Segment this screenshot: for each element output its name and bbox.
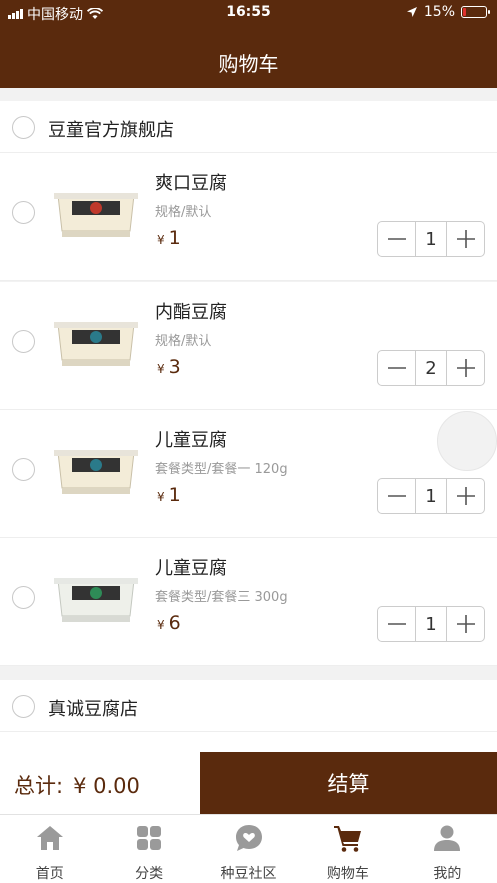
chat-heart-icon: [233, 822, 265, 854]
quantity-stepper: 1: [377, 478, 485, 514]
product-spec: 套餐类型/套餐三 300g: [155, 590, 288, 605]
store-name: 豆童官方旗舰店: [48, 120, 174, 141]
store-select-radio[interactable]: [12, 116, 35, 139]
decrease-button[interactable]: [378, 222, 415, 256]
tab-category[interactable]: 分类: [99, 815, 198, 883]
location-arrow-icon: [406, 7, 417, 17]
cart-item: 儿童豆腐 套餐类型/套餐三 300g ¥6 1: [0, 538, 497, 666]
increase-button[interactable]: [447, 222, 484, 256]
checkout-bar: 总计: ¥ 0.00 结算: [0, 752, 497, 814]
tab-home[interactable]: 首页: [0, 815, 99, 883]
product-image: [54, 322, 138, 366]
tab-cart[interactable]: 购物车: [298, 815, 397, 883]
store-name: 真诚豆腐店: [48, 699, 138, 720]
app-header: 中国移动 16:55 15% 购物车: [0, 0, 497, 88]
tab-label: 种豆社区: [220, 866, 277, 882]
product-price: ¥1: [157, 227, 181, 249]
tab-profile[interactable]: 我的: [398, 815, 497, 883]
product-name: 儿童豆腐: [155, 430, 227, 451]
currency-symbol: ¥: [157, 618, 165, 632]
checkout-button[interactable]: 结算: [200, 752, 497, 814]
tab-label: 我的: [433, 866, 462, 882]
currency-symbol: ¥: [157, 233, 165, 247]
total-price: 总计: ¥ 0.00: [14, 770, 140, 800]
price-value: 6: [168, 612, 181, 634]
product-price: ¥3: [157, 356, 181, 378]
list-item-partial: [0, 732, 497, 752]
store-select-radio[interactable]: [12, 695, 35, 718]
plus-icon: [456, 359, 475, 377]
product-image: [54, 450, 138, 494]
decrease-button[interactable]: [378, 607, 415, 641]
increase-button[interactable]: [447, 479, 484, 513]
cart-item: 儿童豆腐 套餐类型/套餐一 120g ¥1 1: [0, 410, 497, 538]
currency-symbol: ¥: [157, 362, 165, 376]
store-header: 真诚豆腐店: [0, 680, 497, 732]
quantity-stepper: 1: [377, 221, 485, 257]
minus-icon: [387, 495, 406, 497]
plus-icon: [456, 230, 475, 248]
cart-item: 内酯豆腐 规格/默认 ¥3 2: [0, 282, 497, 410]
item-select-radio[interactable]: [12, 458, 35, 481]
bottom-tab-bar: 首页 分类 种豆社区 购物车 我的: [0, 814, 497, 883]
quantity-stepper: 2: [377, 350, 485, 386]
cart-icon: [332, 822, 364, 854]
product-name: 儿童豆腐: [155, 558, 227, 579]
quantity-value[interactable]: 1: [415, 607, 447, 641]
page-title: 购物车: [218, 52, 279, 76]
product-price: ¥6: [157, 612, 181, 634]
item-select-radio[interactable]: [12, 586, 35, 609]
price-value: 1: [168, 484, 181, 506]
quantity-stepper: 1: [377, 606, 485, 642]
quantity-value[interactable]: 2: [415, 351, 447, 385]
category-icon: [133, 822, 165, 854]
tab-label: 首页: [35, 866, 64, 882]
product-image: [54, 578, 138, 622]
battery-percent: 15%: [423, 4, 455, 20]
plus-icon: [456, 487, 475, 505]
quantity-value[interactable]: 1: [415, 222, 447, 256]
quantity-value[interactable]: 1: [415, 479, 447, 513]
product-price: ¥1: [157, 484, 181, 506]
cart-item: 爽口豆腐 规格/默认 ¥1 1: [0, 153, 497, 281]
tab-label: 分类: [135, 866, 164, 882]
price-value: 3: [168, 356, 181, 378]
item-select-radio[interactable]: [12, 330, 35, 353]
floating-assistive-button[interactable]: [437, 411, 497, 471]
status-bar: 中国移动 16:55 15%: [0, 0, 497, 26]
home-icon: [34, 822, 66, 854]
minus-icon: [387, 623, 406, 625]
item-select-radio[interactable]: [12, 201, 35, 224]
total-amount: ¥ 0.00: [73, 774, 140, 798]
tab-label: 购物车: [326, 866, 369, 882]
minus-icon: [387, 238, 406, 240]
product-spec: 规格/默认: [155, 205, 212, 220]
minus-icon: [387, 367, 406, 369]
price-value: 1: [168, 227, 181, 249]
product-image: [54, 193, 138, 237]
decrease-button[interactable]: [378, 479, 415, 513]
store-header: 豆童官方旗舰店: [0, 101, 497, 153]
product-name: 爽口豆腐: [155, 173, 227, 194]
user-icon: [431, 822, 463, 854]
battery-icon: [461, 6, 490, 18]
plus-icon: [456, 615, 475, 633]
product-name: 内酯豆腐: [155, 302, 227, 323]
increase-button[interactable]: [447, 607, 484, 641]
decrease-button[interactable]: [378, 351, 415, 385]
increase-button[interactable]: [447, 351, 484, 385]
product-spec: 套餐类型/套餐一 120g: [155, 462, 288, 477]
tab-community[interactable]: 种豆社区: [199, 815, 298, 883]
currency-symbol: ¥: [157, 490, 165, 504]
total-label: 总计:: [14, 774, 64, 798]
product-spec: 规格/默认: [155, 334, 212, 349]
